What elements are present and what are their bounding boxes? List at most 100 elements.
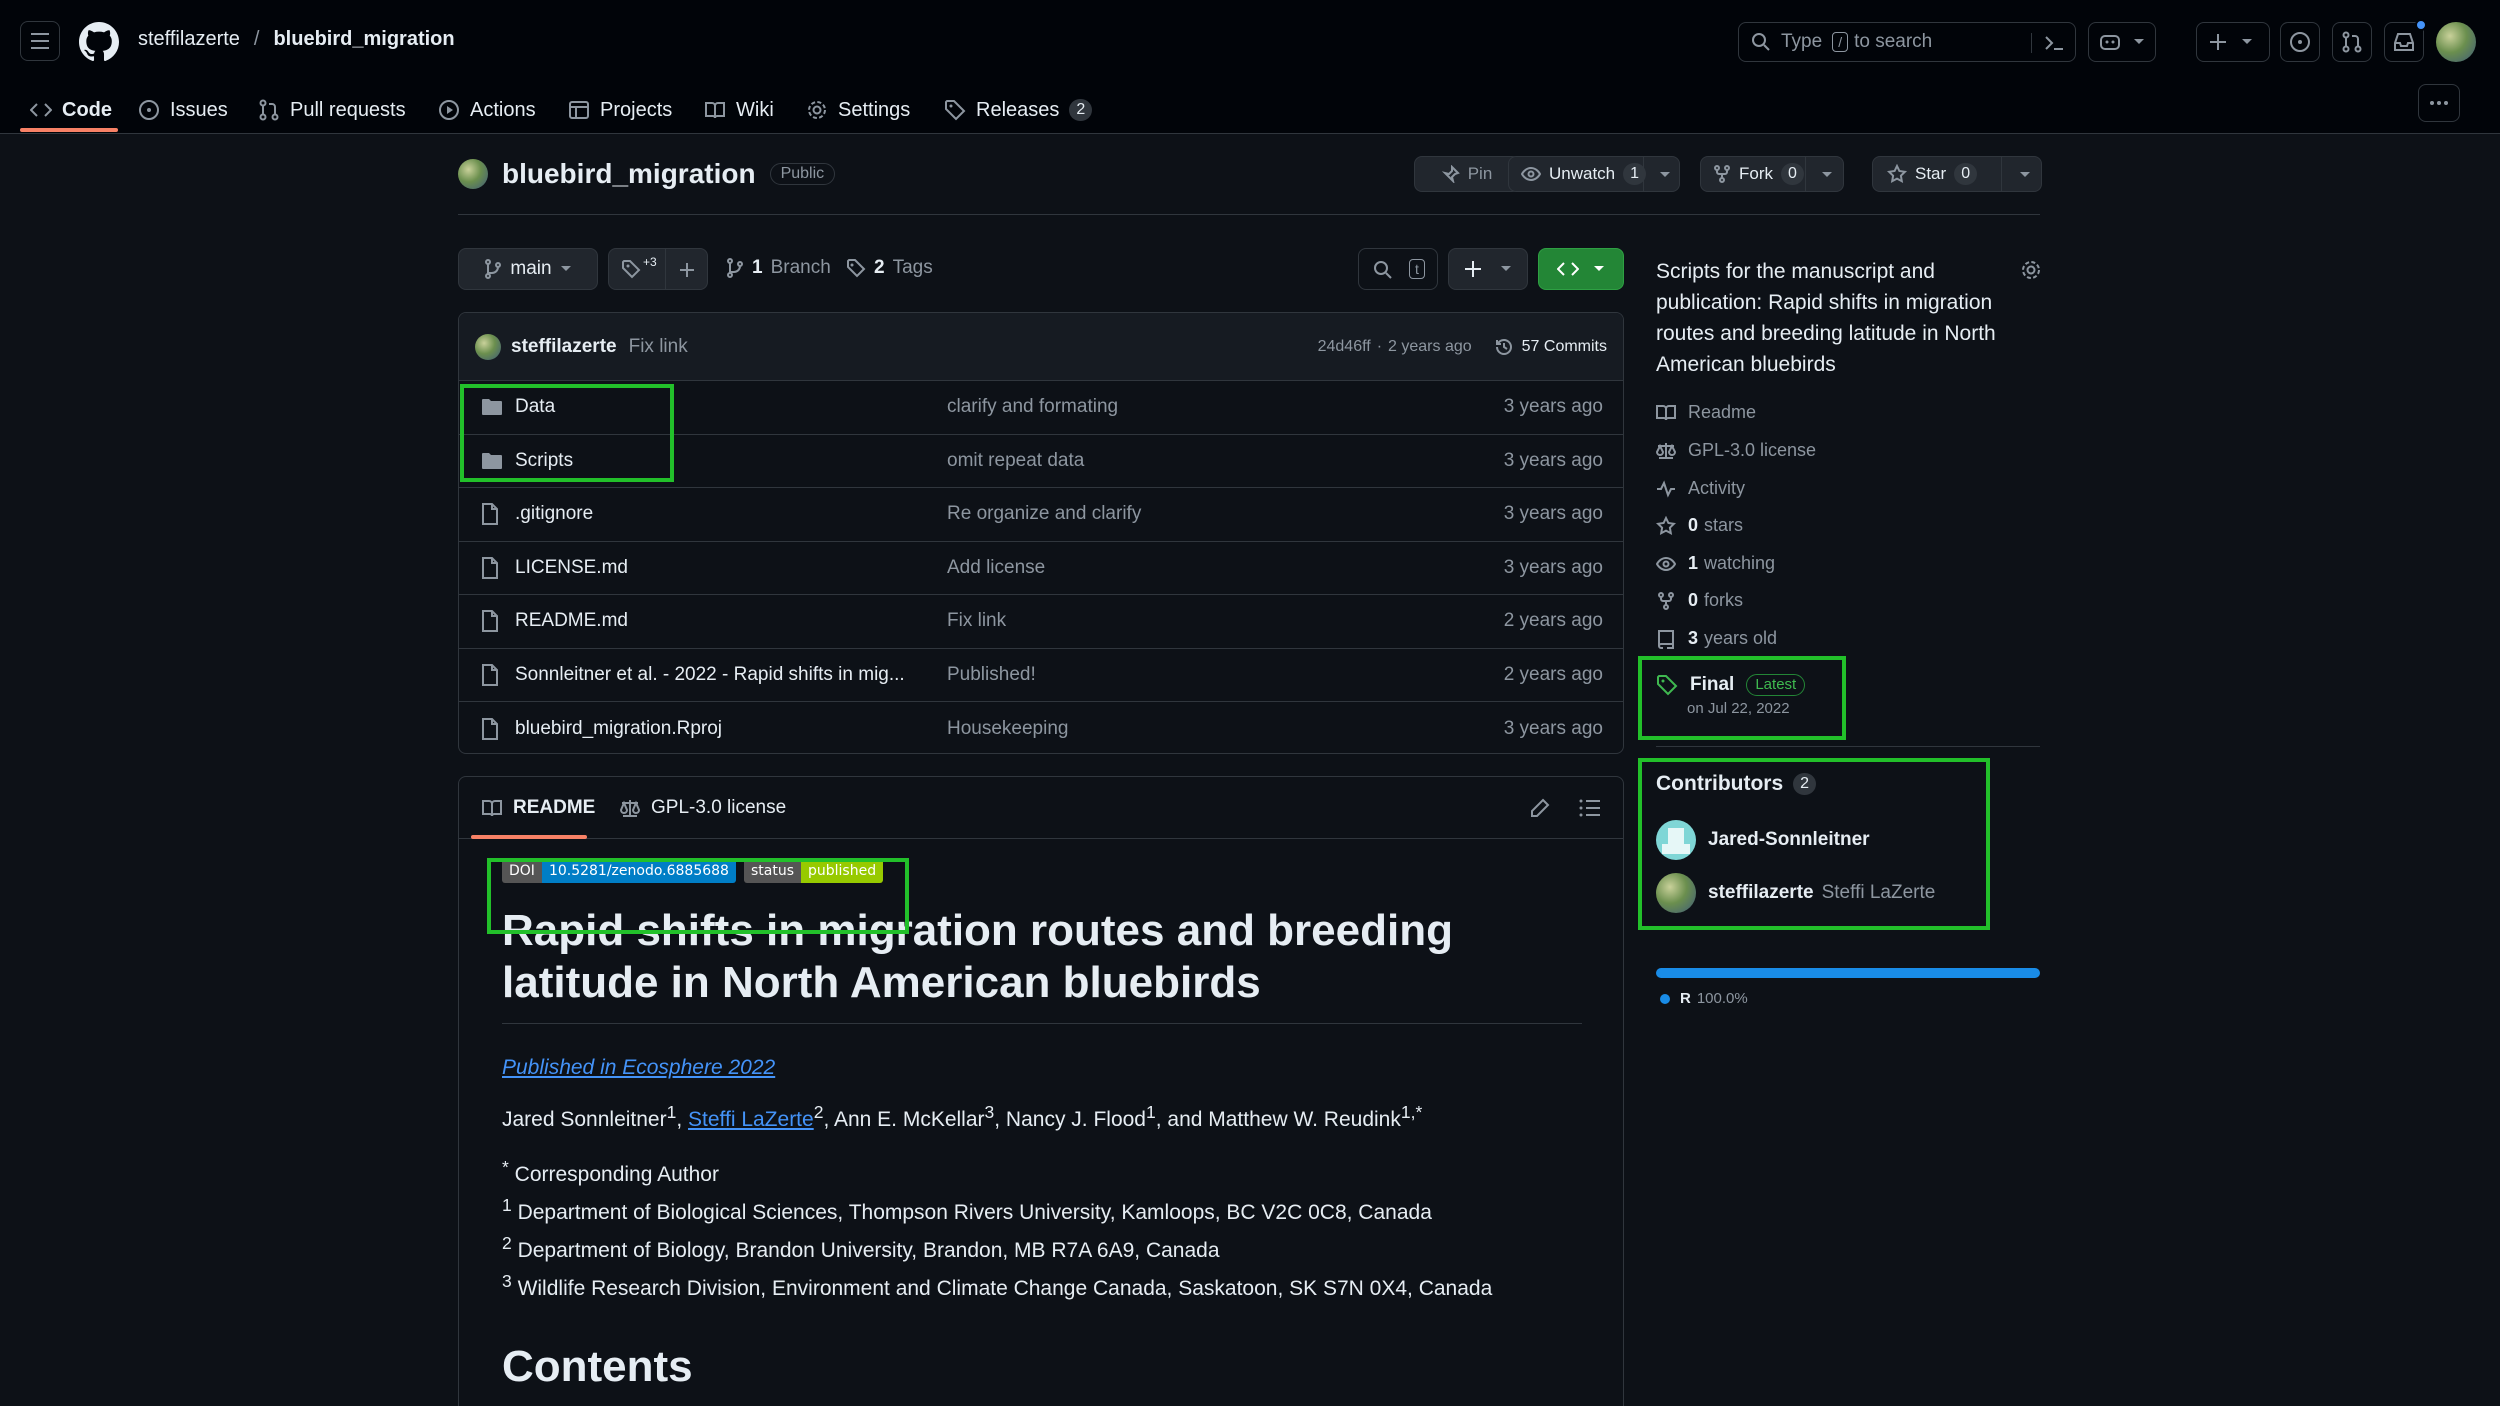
gear-icon[interactable] bbox=[2020, 259, 2042, 281]
copilot-button[interactable] bbox=[2088, 22, 2156, 62]
tab-license-label: GPL-3.0 license bbox=[651, 797, 787, 818]
contributor-fullname: Steffi LaZerte bbox=[1821, 882, 1936, 903]
file-row-scripts[interactable]: Scripts omit repeat data 3 years ago bbox=[459, 435, 1623, 488]
pin-icon bbox=[1441, 165, 1460, 183]
file-row-data[interactable]: Data clarify and formating 3 years ago bbox=[459, 381, 1623, 435]
tab-code[interactable]: Code bbox=[30, 88, 112, 132]
github-logo[interactable] bbox=[79, 22, 119, 62]
star-button[interactable]: Star 0 bbox=[1872, 156, 2042, 192]
readme-tabs: README GPL-3.0 license bbox=[459, 777, 1623, 839]
file-commit-message[interactable]: Housekeeping bbox=[947, 718, 1068, 740]
tab-readme[interactable]: README bbox=[481, 777, 595, 839]
branch-count-link[interactable]: 1 Branch bbox=[726, 257, 831, 279]
file-name[interactable]: .gitignore bbox=[515, 503, 593, 525]
file-commit-message[interactable]: omit repeat data bbox=[947, 450, 1084, 472]
file-name[interactable]: LICENSE.md bbox=[515, 557, 628, 579]
search-input[interactable]: Type / to search bbox=[1738, 22, 2076, 62]
add-file-button[interactable] bbox=[1448, 248, 1528, 290]
file-name[interactable]: bluebird_migration.Rproj bbox=[515, 718, 722, 740]
owner-avatar[interactable] bbox=[458, 159, 488, 189]
tag-icon bbox=[622, 260, 641, 279]
fork-button[interactable]: Fork 0 bbox=[1700, 156, 1844, 192]
author-separator: , bbox=[676, 1108, 689, 1131]
sidebar-activity-link[interactable]: Activity bbox=[1656, 478, 1745, 499]
tab-label: Settings bbox=[838, 98, 911, 121]
tab-projects[interactable]: Projects bbox=[568, 88, 672, 132]
star-icon bbox=[1656, 515, 1676, 535]
sidebar-license-link[interactable]: GPL-3.0 license bbox=[1656, 440, 1816, 461]
breadcrumb-owner[interactable]: steffilazerte bbox=[138, 28, 240, 51]
file-row-pdf[interactable]: Sonnleitner et al. - 2022 - Rapid shifts… bbox=[459, 649, 1623, 702]
status-badge[interactable]: status published bbox=[743, 859, 884, 883]
chevron-down-icon[interactable] bbox=[1659, 171, 1671, 179]
tab-license[interactable]: GPL-3.0 license bbox=[619, 777, 786, 839]
file-commit-message[interactable]: Add license bbox=[947, 557, 1045, 579]
sidebar-forks-link[interactable]: 0 forks bbox=[1656, 590, 1743, 611]
pencil-icon[interactable] bbox=[1529, 797, 1551, 819]
tag-count: 2 bbox=[874, 257, 885, 278]
tags-selector[interactable]: +3 bbox=[608, 248, 708, 290]
file-row-rproj[interactable]: bluebird_migration.Rproj Housekeeping 3 … bbox=[459, 702, 1623, 753]
tab-issues[interactable]: Issues bbox=[138, 88, 228, 132]
tag-count-link[interactable]: 2 Tags bbox=[846, 257, 933, 279]
file-row-license[interactable]: LICENSE.md Add license 3 years ago bbox=[459, 542, 1623, 595]
top-bar: steffilazerte / bluebird_migration Type … bbox=[0, 0, 2500, 84]
breadcrumb-repo[interactable]: bluebird_migration bbox=[273, 28, 454, 51]
user-avatar[interactable] bbox=[2436, 22, 2476, 62]
file-commit-message[interactable]: Re organize and clarify bbox=[947, 503, 1141, 525]
chevron-down-icon[interactable] bbox=[1821, 171, 1833, 179]
file-commit-message[interactable]: Fix link bbox=[947, 610, 1006, 632]
commit-message[interactable]: Fix link bbox=[629, 336, 688, 358]
tab-settings[interactable]: Settings bbox=[806, 88, 910, 132]
active-tab-indicator bbox=[20, 128, 118, 132]
commit-author[interactable]: steffilazerte bbox=[511, 336, 617, 358]
go-to-file-button[interactable]: t bbox=[1358, 248, 1438, 290]
contributor-item[interactable]: steffilazerte Steffi LaZerte bbox=[1656, 873, 1935, 913]
create-new-button[interactable] bbox=[2196, 22, 2270, 62]
pin-button[interactable]: Pin bbox=[1414, 156, 1520, 192]
tab-pull-requests[interactable]: Pull requests bbox=[258, 88, 406, 132]
branch-selector[interactable]: main bbox=[458, 248, 598, 290]
list-unordered-icon[interactable] bbox=[1579, 798, 1601, 818]
release-name[interactable]: Final bbox=[1690, 674, 1734, 696]
file-commit-message[interactable]: Published! bbox=[947, 664, 1036, 686]
file-name[interactable]: README.md bbox=[515, 610, 628, 632]
issues-button[interactable] bbox=[2280, 22, 2320, 62]
command-palette-icon[interactable] bbox=[2043, 33, 2065, 53]
repo-name[interactable]: bluebird_migration bbox=[502, 158, 756, 190]
pull-requests-button[interactable] bbox=[2332, 22, 2372, 62]
inbox-button[interactable] bbox=[2384, 19, 2427, 62]
unwatch-button[interactable]: Unwatch 1 bbox=[1508, 156, 1680, 192]
file-row-gitignore[interactable]: .gitignore Re organize and clarify 3 yea… bbox=[459, 488, 1623, 542]
tab-releases[interactable]: Releases 2 bbox=[944, 88, 1093, 132]
file-name[interactable]: Data bbox=[515, 396, 555, 418]
tab-wiki[interactable]: Wiki bbox=[704, 88, 774, 132]
more-options-button[interactable] bbox=[2418, 84, 2460, 122]
published-link[interactable]: Published in Ecosphere 2022 bbox=[502, 1056, 1582, 1080]
commits-link[interactable]: 57 Commits bbox=[1494, 337, 1607, 357]
sidebar-watching-link[interactable]: 1 watching bbox=[1656, 553, 1775, 574]
file-name[interactable]: Sonnleitner et al. - 2022 - Rapid shifts… bbox=[515, 664, 905, 686]
commit-hash[interactable]: 24d46ff bbox=[1318, 338, 1371, 356]
file-commit-message[interactable]: clarify and formating bbox=[947, 396, 1118, 418]
code-dropdown-button[interactable] bbox=[1538, 248, 1624, 290]
hamburger-menu-button[interactable] bbox=[20, 21, 60, 61]
chevron-down-icon[interactable] bbox=[2019, 171, 2031, 179]
tab-actions[interactable]: Actions bbox=[438, 88, 536, 132]
file-name[interactable]: Scripts bbox=[515, 450, 573, 472]
affiliation-marker: 1 bbox=[502, 1195, 512, 1215]
file-row-readme[interactable]: README.md Fix link 2 years ago bbox=[459, 595, 1623, 649]
commit-author-avatar[interactable] bbox=[475, 333, 501, 360]
sidebar-readme-link[interactable]: Readme bbox=[1656, 402, 1756, 423]
contributors-heading[interactable]: Contributors 2 bbox=[1656, 772, 1817, 796]
latest-release[interactable]: Final Latest on Jul 22, 2022 bbox=[1656, 674, 1806, 717]
language-legend-item[interactable]: R 100.0% bbox=[1660, 990, 1748, 1007]
author-link[interactable]: Steffi LaZerte bbox=[688, 1108, 814, 1131]
plus-icon[interactable] bbox=[679, 262, 695, 278]
tab-readme-label: README bbox=[513, 797, 596, 818]
contributor-item[interactable]: Jared-Sonnleitner bbox=[1656, 820, 1870, 860]
sidebar-stars-link[interactable]: 0 stars bbox=[1656, 515, 1743, 536]
doi-badge[interactable]: DOI 10.5281/zenodo.6885688 bbox=[502, 859, 736, 883]
gear-icon bbox=[808, 101, 826, 119]
contributor-login: Jared-Sonnleitner bbox=[1708, 829, 1870, 850]
